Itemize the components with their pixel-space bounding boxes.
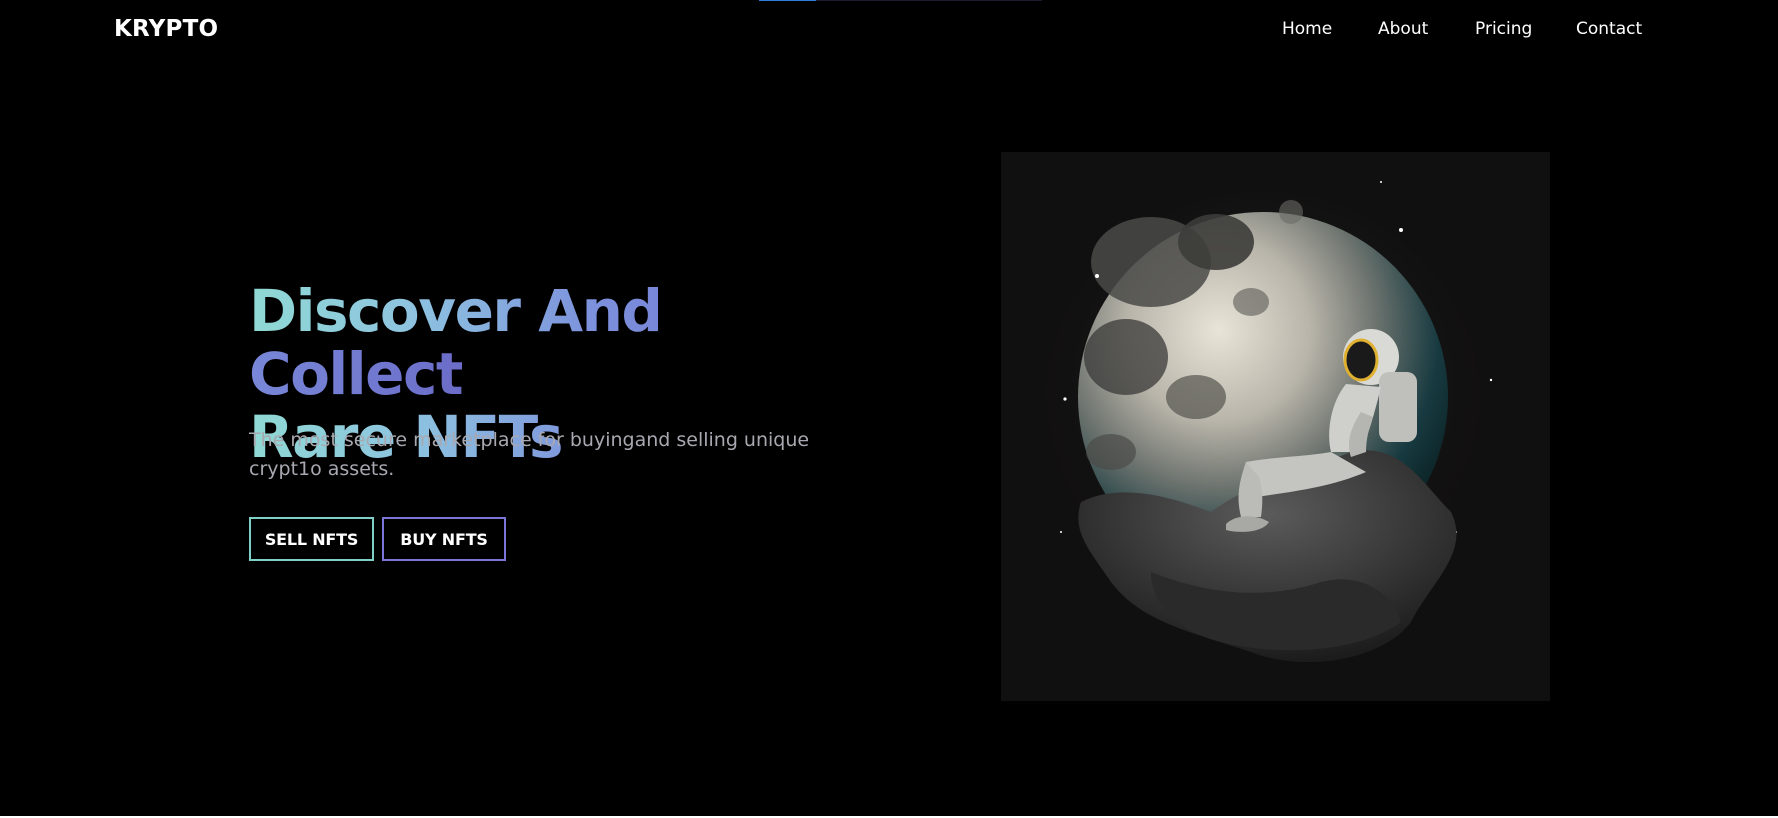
nav-contact-link[interactable]: Contact: [1576, 19, 1646, 39]
astronaut-moon-illustration: [1001, 152, 1550, 701]
nav-home-link[interactable]: Home: [1282, 19, 1378, 39]
landing-page: KRYPTO Home About Pricing Contact Discov…: [0, 0, 1778, 818]
nav-pricing-link[interactable]: Pricing: [1475, 19, 1576, 39]
site-logo[interactable]: KRYPTO: [114, 16, 218, 42]
scroll-progress-fill: [759, 0, 816, 1]
buy-nfts-button[interactable]: BUY NFTS: [382, 517, 506, 561]
nav-about-link[interactable]: About: [1378, 19, 1475, 39]
hero-title-line-1: Discover And Collect: [249, 277, 663, 408]
main-nav: Home About Pricing Contact: [1282, 19, 1646, 39]
hero-subtitle: The most secure marketplace for buyingan…: [249, 429, 810, 480]
sell-nfts-button[interactable]: SELL NFTS: [249, 517, 374, 561]
scroll-progress-bar: [759, 0, 1042, 1]
